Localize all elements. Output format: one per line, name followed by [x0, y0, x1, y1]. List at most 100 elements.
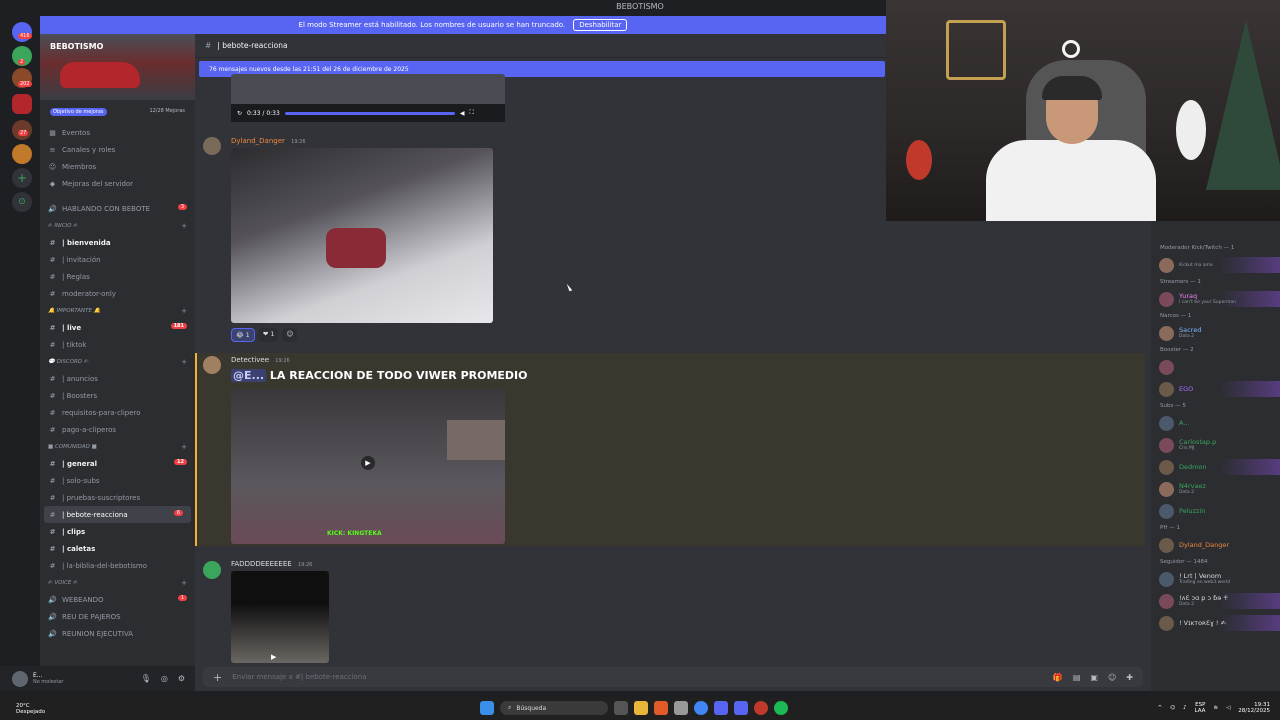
fullscreen-icon[interactable]: ⛶ [469, 109, 473, 117]
sticker-icon[interactable]: ▣ [1090, 673, 1098, 682]
add-reaction-icon[interactable]: ☺ [282, 328, 298, 342]
avatar[interactable] [203, 137, 221, 155]
author-name[interactable]: Dyland_Danger [231, 137, 285, 145]
play-icon[interactable]: ▶ [361, 456, 375, 470]
speaker-icon[interactable]: ◁ [1226, 705, 1230, 711]
file-explorer-icon[interactable] [634, 701, 648, 715]
member-item[interactable]: Carlostap.p Cris MJ [1151, 434, 1280, 456]
channel-category[interactable]: 💬 DISCORD ✍ + [40, 353, 195, 370]
add-server-icon[interactable]: + [12, 168, 32, 188]
add-channel-icon[interactable]: + [181, 358, 187, 366]
channel-item[interactable]: 🔊 REU DE PAJEROS [40, 608, 195, 625]
gif-icon[interactable]: ▤ [1073, 673, 1081, 682]
video-player-controls[interactable]: ↻ 0:33 / 0:33 ◀ ⛶ [231, 104, 505, 122]
member-item[interactable]: Yuraq I can't be your Superman [1151, 288, 1280, 310]
channel-item[interactable]: # | solo-subs [40, 472, 195, 489]
brave-icon[interactable] [654, 701, 668, 715]
channel-category[interactable]: ■ COMUNIDAD ■ + [40, 438, 195, 455]
channel-item[interactable]: 🔊 WEBEANDO 1 [40, 591, 195, 608]
menu-channels-roles[interactable]: ≡ Canales y roles [40, 141, 195, 158]
channel-item[interactable]: # pago-a-cliperos [40, 421, 195, 438]
channel-item[interactable]: 🔊 REUNION EJECUTIVA [40, 625, 195, 642]
boost-goal[interactable]: Objetivo de mejoras 12/28 Mejoras [40, 100, 195, 124]
menu-boosts[interactable]: ◆ Mejoras del servidor [40, 175, 195, 192]
play-icon[interactable]: ▶ [271, 653, 276, 661]
reaction-laugh[interactable]: 😂 1 [231, 328, 255, 342]
home-icon[interactable] [12, 22, 32, 42]
member-item[interactable]: Dyland_Danger [1151, 534, 1280, 556]
gear-icon[interactable]: ⚙ [178, 674, 185, 683]
image-attachment[interactable] [231, 148, 493, 323]
menu-events[interactable]: ▦ Eventos [40, 124, 195, 141]
chevron-up-icon[interactable]: ^ [1158, 705, 1163, 711]
clock[interactable]: 19:31 28/12/2025 [1238, 702, 1270, 714]
channel-item[interactable]: # | tiktok [40, 336, 195, 353]
avatar[interactable] [203, 356, 221, 374]
member-item[interactable]: EGO [1151, 378, 1280, 400]
start-icon[interactable] [480, 701, 494, 715]
reaction-heart[interactable]: ❤ 1 [258, 328, 279, 342]
member-item[interactable]: ! Lrt | Venom Trading on web3.world [1151, 568, 1280, 590]
channel-item[interactable]: # | invitación [40, 251, 195, 268]
gift-icon[interactable]: 🎁 [1053, 673, 1063, 682]
explore-icon[interactable]: ⊙ [12, 192, 32, 212]
message-input[interactable]: Enviar mensaje a #| bebote-reacciona [232, 673, 366, 681]
channel-item[interactable]: # | live 181 [40, 319, 195, 336]
channel-item[interactable]: # | caletas [40, 540, 195, 557]
active-server-icon[interactable] [12, 94, 32, 114]
bot-avatar[interactable] [203, 561, 221, 579]
task-view-icon[interactable] [614, 701, 628, 715]
channel-item[interactable]: # | clips [40, 523, 195, 540]
member-item[interactable]: Peluzzin [1151, 500, 1280, 522]
member-item[interactable]: Sacred Dota 2 [1151, 322, 1280, 344]
spotify-icon[interactable] [774, 701, 788, 715]
server-name[interactable]: BEBOTISMO [50, 42, 103, 51]
app-icon[interactable] [674, 701, 688, 715]
microphone-icon[interactable]: 🎙 [141, 674, 151, 683]
volume-icon[interactable]: ◀ [460, 110, 465, 117]
disable-streamer-button[interactable]: Deshabilitar [573, 19, 628, 31]
avatar[interactable] [12, 670, 28, 687]
member-item[interactable]: !ʌƐ ɔɑ p ɔ ɓɘ ♱ Dota 2 [1151, 590, 1280, 612]
channel-item[interactable]: # | general 12 [40, 455, 195, 472]
author-name[interactable]: Detectivee [231, 356, 269, 364]
channel-category[interactable]: ✍ VOICE ✍ + [40, 574, 195, 591]
channel-item[interactable]: # | Boosters [40, 387, 195, 404]
member-item[interactable] [1151, 356, 1280, 378]
weather-widget[interactable]: 20°C Despejado [16, 703, 45, 715]
channel-item[interactable]: # requisitos-para-clipero [40, 404, 195, 421]
taskbar-search[interactable]: ⌕ Búsqueda [500, 701, 608, 715]
member-item[interactable]: N4rvaez Dota 2 [1151, 478, 1280, 500]
add-channel-icon[interactable]: + [181, 579, 187, 587]
user-mention[interactable]: @E... [231, 369, 267, 382]
wifi-icon[interactable]: ≋ [1213, 705, 1218, 711]
add-channel-icon[interactable]: + [181, 443, 187, 451]
video-attachment[interactable]: ▶ KICK: KINGTEKA [231, 390, 505, 544]
member-item[interactable]: Dedmon [1151, 456, 1280, 478]
channel-item[interactable]: # | bebote-reacciona 6 [44, 506, 191, 523]
channel-item[interactable]: # | Reglas [40, 268, 195, 285]
channel-item[interactable]: 🔊 HABLANDO CON BEBOTE 3 [40, 200, 195, 217]
emoji-icon[interactable]: ☺ [1108, 673, 1116, 682]
language-indicator[interactable]: ESP LAA [1195, 702, 1206, 714]
member-item[interactable]: A... [1151, 412, 1280, 434]
replay-icon[interactable]: ↻ [237, 110, 242, 117]
video-progress-bar[interactable] [284, 111, 455, 115]
discord-icon[interactable] [734, 701, 748, 715]
channel-item[interactable]: # | pruebas-suscriptores [40, 489, 195, 506]
menu-members[interactable]: ☺ Miembros [40, 158, 195, 175]
add-channel-icon[interactable]: + [181, 307, 187, 315]
volume-icon[interactable]: ♪ [1183, 705, 1187, 711]
channel-category[interactable]: 🔔 IMPORTANTE 🔔 + [40, 302, 195, 319]
app-icon[interactable] [754, 701, 768, 715]
channel-item[interactable]: # | la-biblia-del-bebotismo [40, 557, 195, 574]
member-item[interactable]: ! VɪᴋᴛᴏʀƐɣ ! ✍ [1151, 612, 1280, 634]
chrome-icon[interactable] [694, 701, 708, 715]
channel-item[interactable]: # | bienvenida [40, 234, 195, 251]
apps-icon[interactable]: ✚ [1126, 673, 1133, 682]
channel-category[interactable]: ✍ INICIO ✍ + [40, 217, 195, 234]
video-attachment[interactable]: ▶ [231, 571, 329, 663]
message-composer[interactable]: + Enviar mensaje a #| bebote-reacciona 🎁… [203, 667, 1143, 687]
add-channel-icon[interactable]: + [181, 222, 187, 230]
network-icon[interactable]: ⌬ [1170, 705, 1175, 711]
